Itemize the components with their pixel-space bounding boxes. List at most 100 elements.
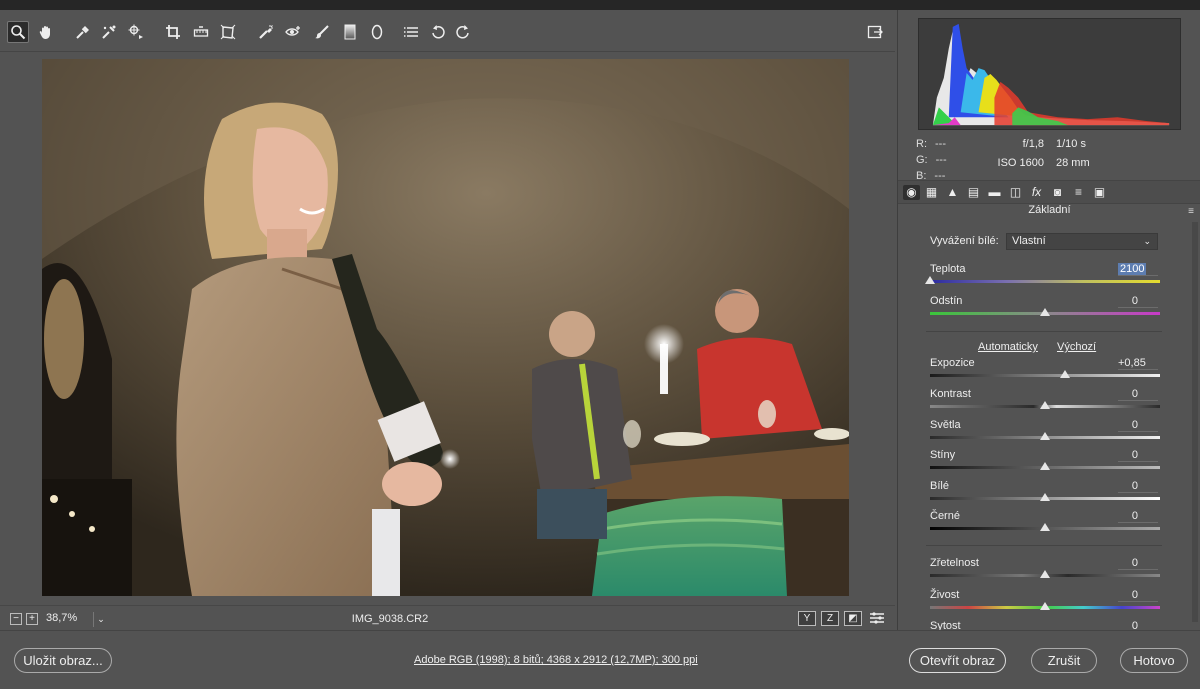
kontrast-thumb[interactable] — [1040, 401, 1050, 409]
before-after-toggle-button[interactable]: Y — [798, 611, 816, 626]
cerne-thumb[interactable] — [1040, 523, 1050, 531]
teplota-track[interactable] — [930, 280, 1160, 283]
open-preferences-icon[interactable] — [864, 21, 886, 43]
view-settings-icon[interactable] — [868, 611, 886, 626]
white-balance-row: Vyvážení bílé: Vlastní ⌄ — [930, 233, 1160, 251]
expozice-value[interactable]: +0,85 — [1118, 357, 1158, 370]
panel-menu-icon[interactable]: ≡ — [1188, 206, 1194, 217]
default-link[interactable]: Výchozí — [1057, 341, 1096, 353]
r-label: R: — [916, 138, 927, 150]
preview-status-bar: − + 38,7% ⌄ IMG_9038.CR2 Y Z ◩ — [0, 605, 895, 630]
zoom-out-button[interactable]: − — [10, 613, 22, 625]
sytost-value[interactable]: 0 — [1118, 620, 1158, 630]
stiny-value[interactable]: 0 — [1118, 449, 1158, 462]
iso-value: ISO 1600 — [997, 157, 1044, 169]
cerne-label: Černé — [930, 510, 960, 522]
cerne-value[interactable]: 0 — [1118, 510, 1158, 523]
rotate-left-icon[interactable] — [427, 21, 449, 43]
white-balance-select[interactable]: Vlastní ⌄ — [1006, 233, 1158, 250]
transform-icon[interactable] — [217, 21, 239, 43]
lens-corrections-tab-icon[interactable]: ◫ — [1007, 185, 1024, 200]
targeted-adjustment-icon[interactable] — [125, 21, 147, 43]
split-toning-tab-icon[interactable]: ▬ — [986, 185, 1003, 200]
open-image-button[interactable]: Otevřít obraz — [909, 648, 1006, 673]
slider-teplota: Teplota 2100 — [925, 263, 1160, 293]
zoom-level-value: 38,7% — [46, 612, 78, 624]
hand-icon[interactable] — [35, 21, 57, 43]
slider-sytost: Sytost 0 — [930, 620, 1160, 630]
odstin-thumb[interactable] — [1040, 308, 1050, 316]
adjustment-brush-icon[interactable] — [311, 21, 333, 43]
spot-removal-icon[interactable] — [255, 21, 277, 43]
shutter-value: 1/10 s — [1056, 138, 1086, 150]
radial-filter-icon[interactable] — [366, 21, 388, 43]
zoom-in-button[interactable]: + — [26, 613, 38, 625]
basic-tab-icon[interactable]: ◉ — [903, 185, 920, 200]
teplota-value-input[interactable]: 2100 — [1118, 263, 1158, 276]
camera-calibration-tab-icon[interactable]: ◙ — [1049, 185, 1066, 200]
slider-cerne: Černé 0 — [930, 510, 1160, 540]
panel-scrollbar[interactable] — [1192, 222, 1198, 622]
bile-thumb[interactable] — [1040, 493, 1050, 501]
zretelnost-label: Zřetelnost — [930, 557, 979, 569]
presets-tab-icon[interactable]: ≡ — [1070, 185, 1087, 200]
teplota-value: 2100 — [1118, 263, 1147, 275]
expozice-thumb[interactable] — [1059, 370, 1070, 378]
stiny-thumb[interactable] — [1040, 462, 1050, 470]
white-balance-value: Vlastní — [1012, 235, 1046, 247]
zretelnost-value[interactable]: 0 — [1118, 557, 1158, 570]
cancel-button[interactable]: Zrušit — [1031, 648, 1097, 673]
swap-before-after-button[interactable]: Z — [821, 611, 839, 626]
odstin-value[interactable]: 0 — [1118, 295, 1158, 308]
white-balance-label: Vyvážení bílé: — [930, 235, 999, 247]
g-value: --- — [935, 154, 947, 166]
bile-value[interactable]: 0 — [1118, 480, 1158, 493]
effects-tab-icon[interactable]: fx — [1028, 185, 1045, 200]
white-balance-icon[interactable] — [72, 21, 94, 43]
presets-list-icon[interactable] — [400, 21, 422, 43]
teplota-thumb[interactable] — [925, 276, 935, 284]
tone-curve-tab-icon[interactable]: ▦ — [923, 185, 940, 200]
bile-label: Bílé — [930, 480, 949, 492]
rotate-right-icon[interactable] — [452, 21, 474, 43]
hsl-tab-icon[interactable]: ▤ — [965, 185, 982, 200]
workflow-options-link[interactable]: Adobe RGB (1998); 8 bitů; 4368 x 2912 (1… — [414, 654, 698, 666]
zretelnost-thumb[interactable] — [1040, 570, 1050, 578]
zivost-value[interactable]: 0 — [1118, 589, 1158, 602]
kontrast-value[interactable]: 0 — [1118, 388, 1158, 401]
zoom-level-select[interactable]: 38,7% ⌄ — [46, 612, 108, 627]
slider-bile: Bílé 0 — [930, 480, 1160, 510]
chevron-down-icon: ⌄ — [1143, 236, 1151, 246]
detail-tab-icon[interactable]: ▲ — [944, 185, 961, 200]
done-button[interactable]: Hotovo — [1120, 648, 1188, 673]
chevron-down-icon: ⌄ — [93, 612, 108, 627]
expozice-track[interactable] — [930, 374, 1160, 377]
auto-default-links: Automaticky Výchozí — [978, 341, 1112, 353]
panel-tabs: ◉ ▦ ▲ ▤ ▬ ◫ fx ◙ ≡ ▣ — [898, 180, 1200, 204]
snapshots-tab-icon[interactable]: ▣ — [1091, 185, 1108, 200]
slider-expozice: Expozice +0,85 — [930, 357, 1160, 387]
red-eye-icon[interactable] — [282, 21, 304, 43]
auto-link[interactable]: Automaticky — [978, 341, 1038, 353]
file-name: IMG_9038.CR2 — [351, 613, 429, 625]
expozice-label: Expozice — [930, 357, 975, 369]
slider-zretelnost: Zřetelnost 0 — [930, 557, 1160, 587]
zoom-icon[interactable] — [7, 21, 29, 43]
straighten-icon[interactable] — [190, 21, 212, 43]
zivost-label: Živost — [930, 589, 960, 601]
image-preview[interactable] — [42, 59, 849, 596]
svetla-thumb[interactable] — [1040, 432, 1050, 440]
slider-svetla: Světla 0 — [930, 419, 1160, 449]
copy-settings-button[interactable]: ◩ — [844, 611, 862, 626]
r-value: --- — [935, 138, 946, 150]
divider — [926, 545, 1162, 546]
save-image-button[interactable]: Uložit obraz... — [14, 648, 112, 673]
graduated-filter-icon[interactable] — [339, 21, 361, 43]
zivost-thumb[interactable] — [1040, 602, 1050, 610]
slider-kontrast: Kontrast 0 — [930, 388, 1160, 418]
color-sampler-icon[interactable] — [98, 21, 120, 43]
divider — [926, 331, 1162, 332]
crop-icon[interactable] — [162, 21, 184, 43]
svetla-value[interactable]: 0 — [1118, 419, 1158, 432]
slider-stiny: Stíny 0 — [930, 449, 1160, 479]
